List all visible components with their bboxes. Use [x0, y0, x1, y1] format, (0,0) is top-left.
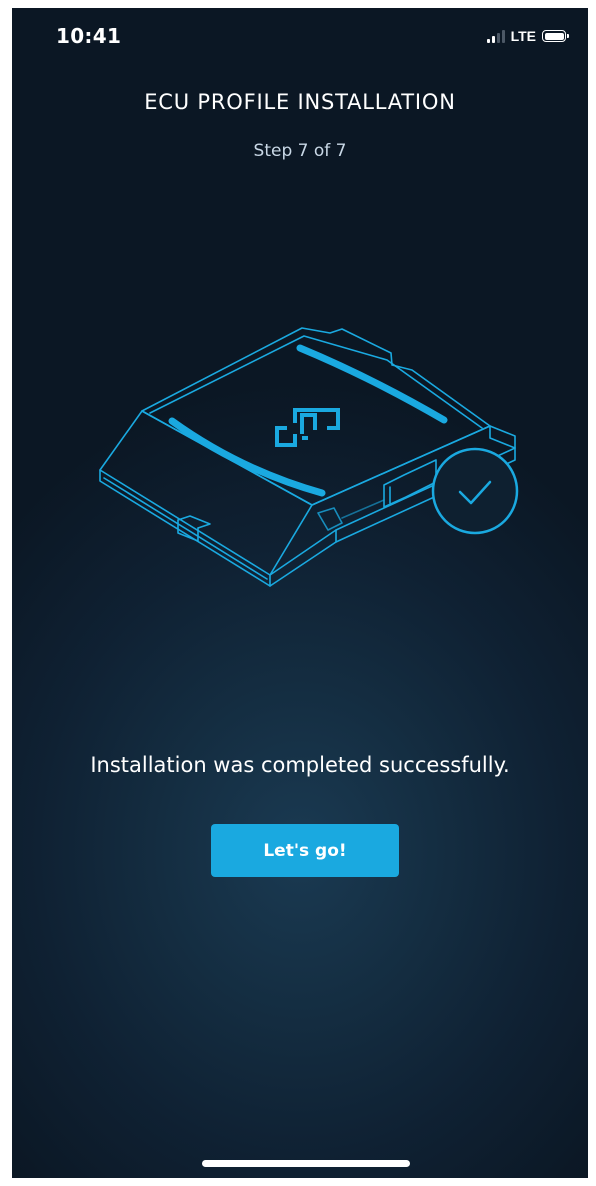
network-label: LTE — [510, 28, 536, 44]
battery-icon — [542, 30, 569, 42]
light-bar-right — [296, 344, 448, 424]
step-indicator: Step 7 of 7 — [253, 141, 347, 161]
lets-go-button[interactable]: Let's go! — [211, 824, 399, 877]
status-indicators: LTE — [486, 28, 569, 44]
brand-logo-icon — [275, 408, 340, 447]
ecu-device-illustration — [99, 327, 519, 587]
checkmark-circle-icon — [431, 447, 519, 535]
app-screen: 10:41 LTE ECU PROFILE INSTALLATION Step … — [12, 8, 588, 1178]
status-bar: 10:41 LTE — [12, 8, 588, 68]
home-indicator[interactable] — [202, 1160, 410, 1167]
status-time: 10:41 — [56, 24, 122, 48]
light-bar-left — [168, 417, 326, 497]
signal-bars-icon — [486, 29, 505, 43]
ecu-device-icon — [99, 327, 516, 587]
page-title: ECU PROFILE INSTALLATION — [144, 90, 456, 114]
success-message: Installation was completed successfully. — [90, 753, 510, 777]
